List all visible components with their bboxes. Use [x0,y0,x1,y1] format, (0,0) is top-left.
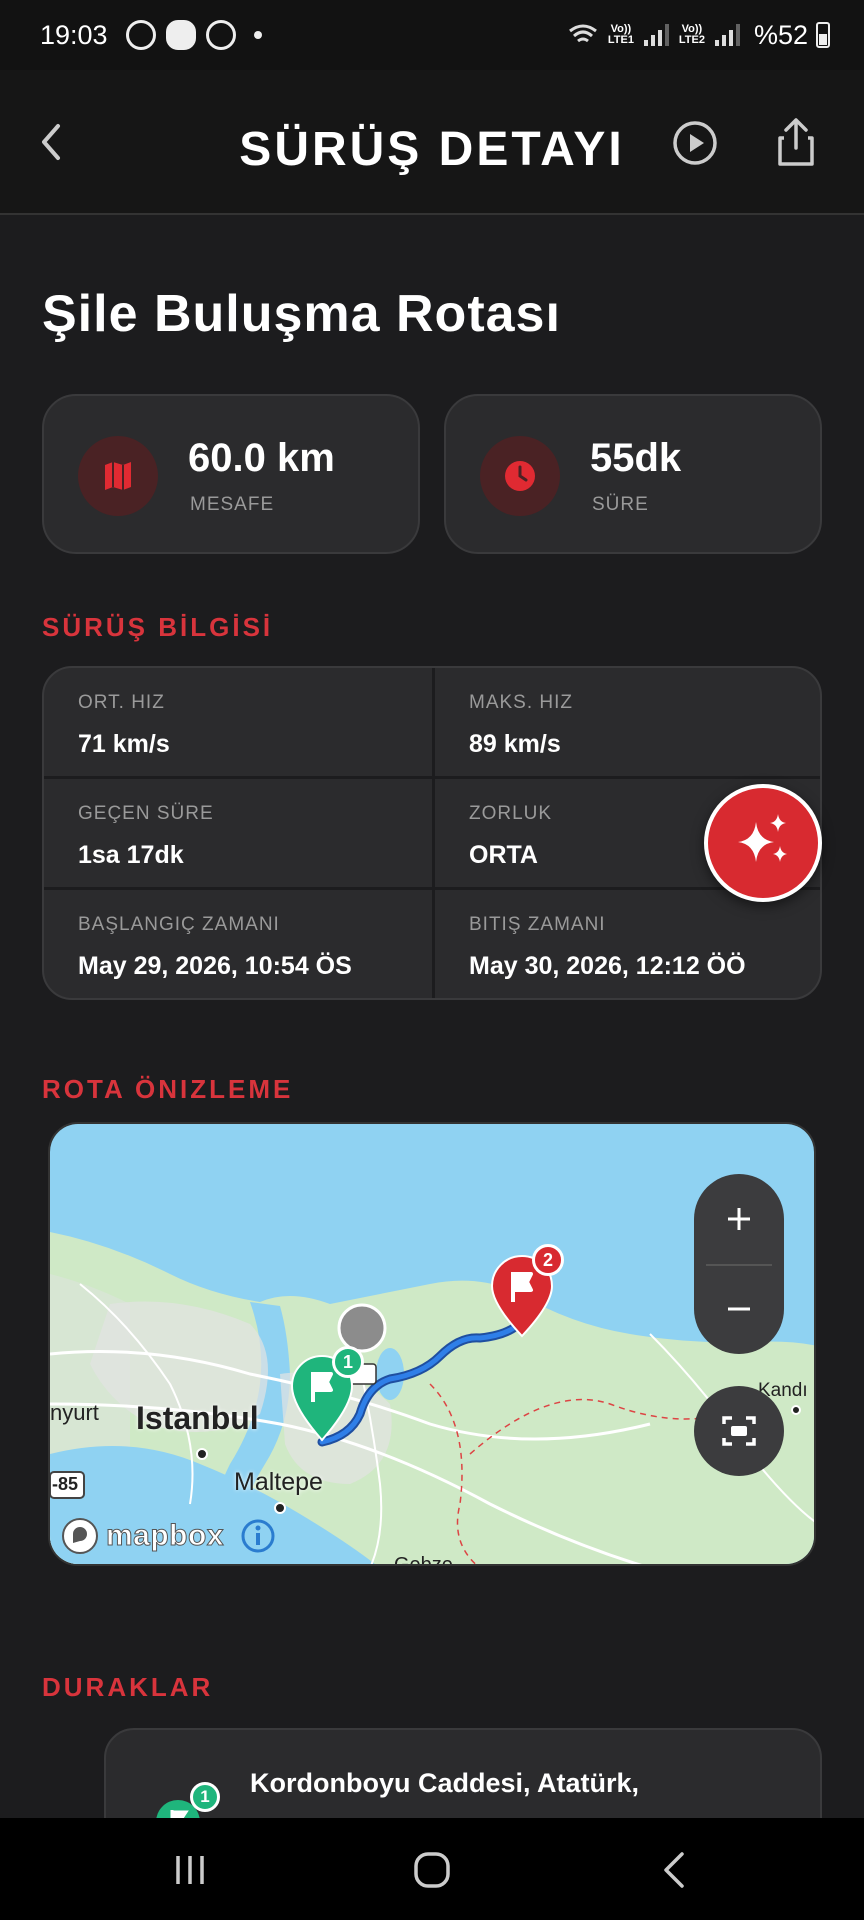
end-marker[interactable]: 2 [484,1242,564,1338]
stop-number-badge: 1 [190,1782,220,1812]
home-icon[interactable] [402,1848,462,1892]
message-icon [165,20,196,50]
whatsapp-icon [125,20,156,50]
end-time-cell: BITIŞ ZAMANI May 30, 2026, 12:12 ÖÖ [435,890,820,998]
start-marker[interactable]: 1 [286,1346,366,1442]
map-label-gebze: Gebze [394,1554,453,1566]
mapbox-text: mapbox [105,1519,225,1553]
lte2-label: Vo)) LTE2 [678,23,705,46]
elapsed-value: 1sa 17dk [78,841,184,869]
mapbox-attribution: mapbox [60,1516,276,1556]
signal1-icon [643,24,669,46]
stop-title: Kordonboyu Caddesi, Atatürk, [250,1768,640,1798]
grid-divider [44,776,820,779]
duration-label: SÜRE [592,494,649,515]
more-notifications-icon [253,31,262,39]
distance-card: 60.0 km MESAFE [42,394,420,554]
wifi-icon [569,24,597,43]
lte1-label: Vo)) LTE1 [607,23,634,46]
mapbox-logo-icon [62,1518,98,1554]
plus-icon [728,1208,750,1230]
elapsed-cell: GEÇEN SÜRE 1sa 17dk [44,779,432,889]
clock-icon [480,436,560,516]
status-time: 19:03 [40,19,108,50]
max-speed-value: 89 km/s [469,730,561,758]
start-time-cell: BAŞLANGIÇ ZAMANI May 29, 2026, 10:54 ÖS [44,890,432,998]
zoom-out-button[interactable] [694,1264,784,1354]
max-speed-cell: MAKS. HIZ 89 km/s [435,668,820,778]
status-bar: 19:03 Vo)) LTE1 Vo)) LTE2 %52 [0,0,864,70]
signal2-icon [714,24,740,46]
duration-value: 55dk [590,436,682,480]
difficulty-value: ORTA [469,841,538,869]
distance-label: MESAFE [190,494,275,515]
route-preview-title: ROTA ÖNIZLEME [42,1074,294,1104]
map-label-road: -85 [52,1474,79,1494]
map-label-istanbul: Istanbul [136,1400,259,1436]
map-label-nyurt: nyurt [50,1400,99,1425]
share-icon[interactable] [776,116,816,168]
avg-speed-label: ORT. HIZ [78,692,165,713]
page-title: SÜRÜŞ DETAYI [239,123,625,176]
ride-info-title: SÜRÜŞ BİLGİSİ [42,612,274,642]
chatgpt-icon [205,20,236,50]
end-marker-badge: 2 [532,1244,564,1276]
end-time-value: May 30, 2026, 12:12 ÖÖ [469,952,746,980]
app-header: SÜRÜŞ DETAYI [0,70,864,215]
recent-apps-icon[interactable] [160,1848,220,1892]
back-nav-icon[interactable] [644,1848,704,1892]
grid-divider [432,668,435,998]
info-icon[interactable] [240,1518,276,1554]
difficulty-label: ZORLUK [469,803,553,824]
battery-icon [816,22,830,48]
minus-icon [728,1307,750,1311]
route-map[interactable]: Istanbul Maltepe Kandı nyurt Gebze -85 1… [48,1122,816,1566]
sparkle-icon [738,814,787,862]
battery-percent: %52 [753,19,808,50]
elapsed-label: GEÇEN SÜRE [78,803,214,824]
start-marker-badge: 1 [332,1346,364,1378]
system-nav-bar [0,1818,864,1920]
avg-speed-value: 71 km/s [78,730,170,758]
start-time-value: May 29, 2026, 10:54 ÖS [78,952,352,980]
notification-icons [125,20,262,50]
zoom-controls [694,1174,784,1354]
fit-screen-icon [722,1416,756,1446]
ai-sparkle-button[interactable] [704,784,822,902]
route-title: Şile Buluşma Rotası [42,285,561,343]
max-speed-label: MAKS. HIZ [469,692,574,713]
fit-route-button[interactable] [694,1386,784,1476]
play-circle-icon[interactable] [672,120,718,166]
map-icon [78,436,158,516]
zoom-in-button[interactable] [694,1174,784,1264]
stops-title: DURAKLAR [42,1672,214,1702]
map-label-maltepe: Maltepe [234,1468,323,1496]
distance-value: 60.0 km [188,436,335,480]
status-indicators: Vo)) LTE1 Vo)) LTE2 %52 [568,20,830,51]
duration-card: 55dk SÜRE [444,394,822,554]
start-time-label: BAŞLANGIÇ ZAMANI [78,914,280,935]
avg-speed-cell: ORT. HIZ 71 km/s [44,668,432,778]
end-time-label: BITIŞ ZAMANI [469,914,606,935]
